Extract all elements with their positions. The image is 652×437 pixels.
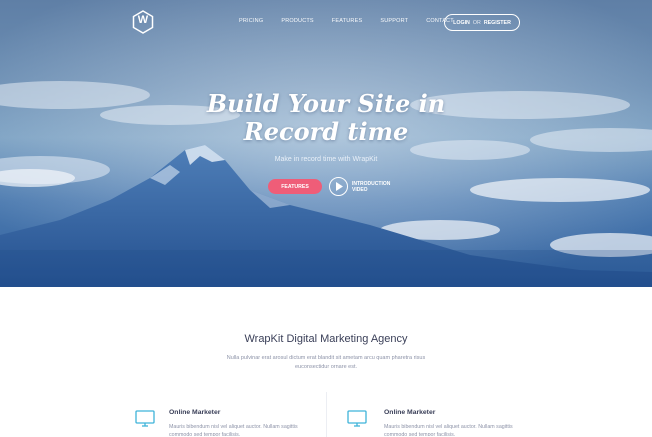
- hero-section: W PRICING PRODUCTS FEATURES SUPPORT CONT…: [0, 0, 652, 287]
- nav-item-features[interactable]: FEATURES: [332, 18, 363, 24]
- nav-item-products[interactable]: PRODUCTS: [281, 18, 313, 24]
- hero-subtitle: Make in record time with WrapKit: [274, 156, 378, 163]
- nav-item-pricing[interactable]: PRICING: [239, 18, 263, 24]
- feature-text: Mauris bibendum nisl vel aliquet auctor.…: [384, 424, 513, 436]
- hero-title-line1: Build Your Site in: [206, 89, 446, 118]
- features-button[interactable]: FEATURES: [268, 179, 322, 194]
- main-nav: PRICING PRODUCTS FEATURES SUPPORT CONTAC…: [239, 18, 472, 24]
- login-register-button: LOGIN OR REGISTER: [444, 14, 520, 31]
- feature-title: Online Marketer: [169, 409, 221, 416]
- register-link[interactable]: REGISTER: [484, 20, 511, 26]
- feature-divider: [326, 392, 327, 437]
- brand-logo[interactable]: W: [132, 10, 154, 34]
- login-link[interactable]: LOGIN: [453, 20, 470, 26]
- hero-title-line2: Record time: [243, 117, 409, 146]
- section-title: WrapKit Digital Marketing Agency: [244, 333, 408, 345]
- login-separator: OR: [472, 19, 481, 26]
- nav-item-support[interactable]: SUPPORT: [380, 18, 408, 24]
- section-description: Nulla pulvinar erat arosul dictum erat b…: [226, 355, 426, 370]
- play-video-button[interactable]: [329, 177, 348, 196]
- monitor-icon: [347, 410, 367, 427]
- play-icon: [336, 182, 343, 191]
- feature-text: Mauris bibendum nisl vel aliquet auctor.…: [169, 424, 298, 436]
- feature-title: Online Marketer: [384, 409, 436, 416]
- hero-title: Build Your Site in Record time: [0, 90, 652, 146]
- video-label-line2: VIDEO: [352, 187, 368, 193]
- intro-video-label[interactable]: INTRODUCTION VIDEO: [352, 181, 392, 193]
- monitor-icon: [135, 410, 155, 427]
- logo-letter: W: [137, 14, 149, 26]
